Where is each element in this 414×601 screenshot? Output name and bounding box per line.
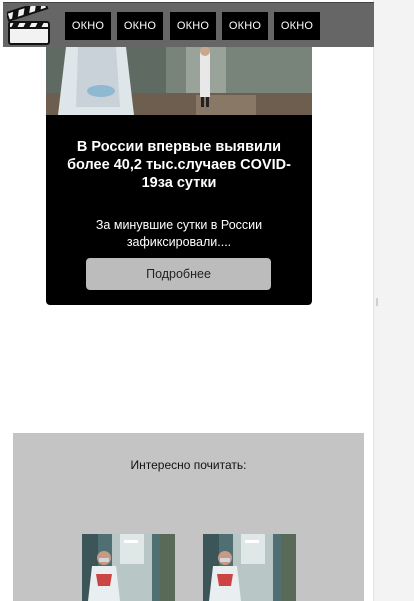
page-scrollbar[interactable] bbox=[373, 0, 414, 601]
recommended-item-2[interactable] bbox=[203, 534, 296, 601]
nav-button-4[interactable]: ОКНО bbox=[222, 12, 268, 40]
nav-button-1[interactable]: ОКНО bbox=[65, 12, 111, 40]
nav-button-2[interactable]: ОКНО bbox=[117, 12, 163, 40]
nav-button-3[interactable]: ОКНО bbox=[170, 12, 216, 40]
nav-button-5[interactable]: ОКНО bbox=[274, 12, 320, 40]
article-card: В России впервые выявили более 40,2 тыс.… bbox=[46, 115, 312, 305]
doctor-in-hallway-photo bbox=[82, 534, 175, 601]
recommended-item-1[interactable] bbox=[82, 534, 175, 601]
clapperboard-icon[interactable] bbox=[5, 0, 53, 46]
article-photo[interactable] bbox=[46, 47, 312, 115]
read-more-button[interactable]: Подробнее bbox=[86, 258, 271, 290]
recommendations-block: Интересно почитать: bbox=[13, 433, 364, 601]
scrollbar-grip[interactable] bbox=[376, 298, 378, 306]
recommendations-heading: Интересно почитать: bbox=[130, 458, 247, 472]
article-excerpt: За минувшие сутки в России зафиксировали… bbox=[95, 218, 263, 249]
top-bar: ОКНО ОКНО ОКНО ОКНО ОКНО bbox=[3, 0, 374, 47]
article-title[interactable]: В России впервые выявили более 40,2 тыс.… bbox=[60, 138, 298, 192]
doctor-in-hallway-photo bbox=[203, 534, 296, 601]
